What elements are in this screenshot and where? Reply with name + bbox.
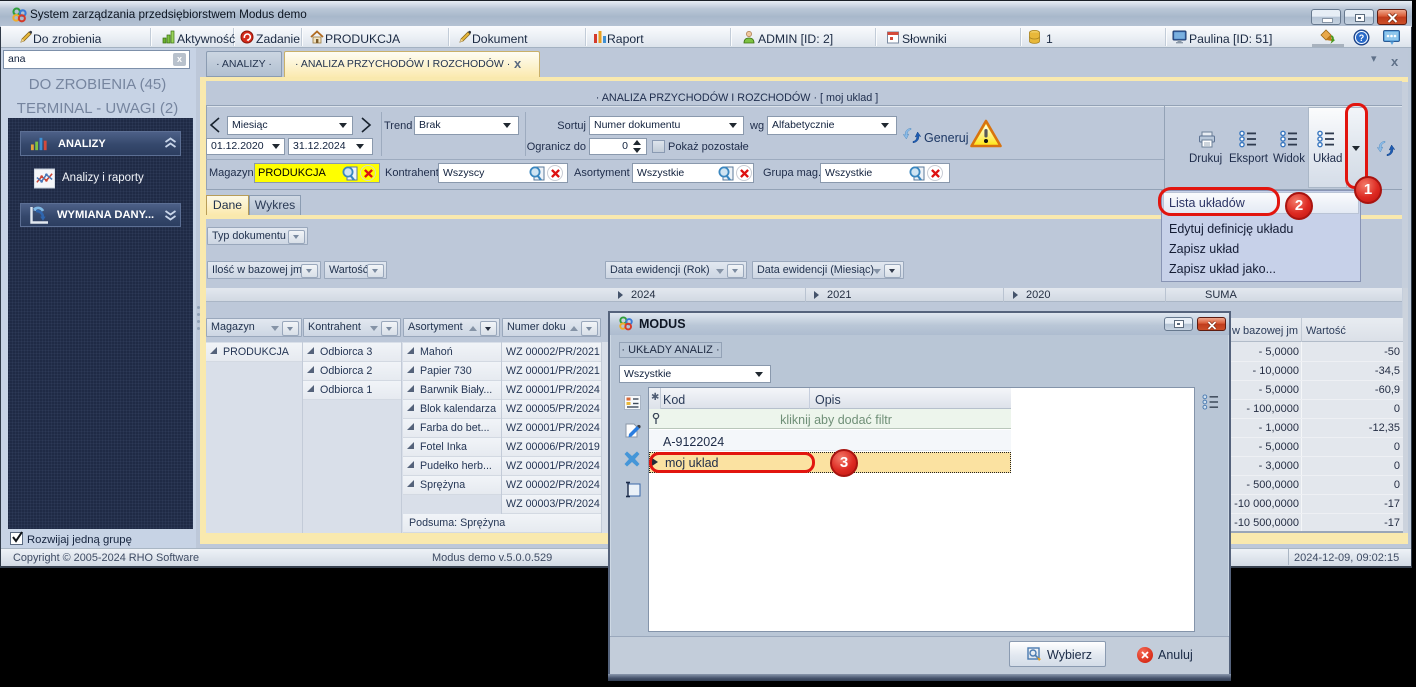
svg-text:?: ? [1359,33,1365,43]
